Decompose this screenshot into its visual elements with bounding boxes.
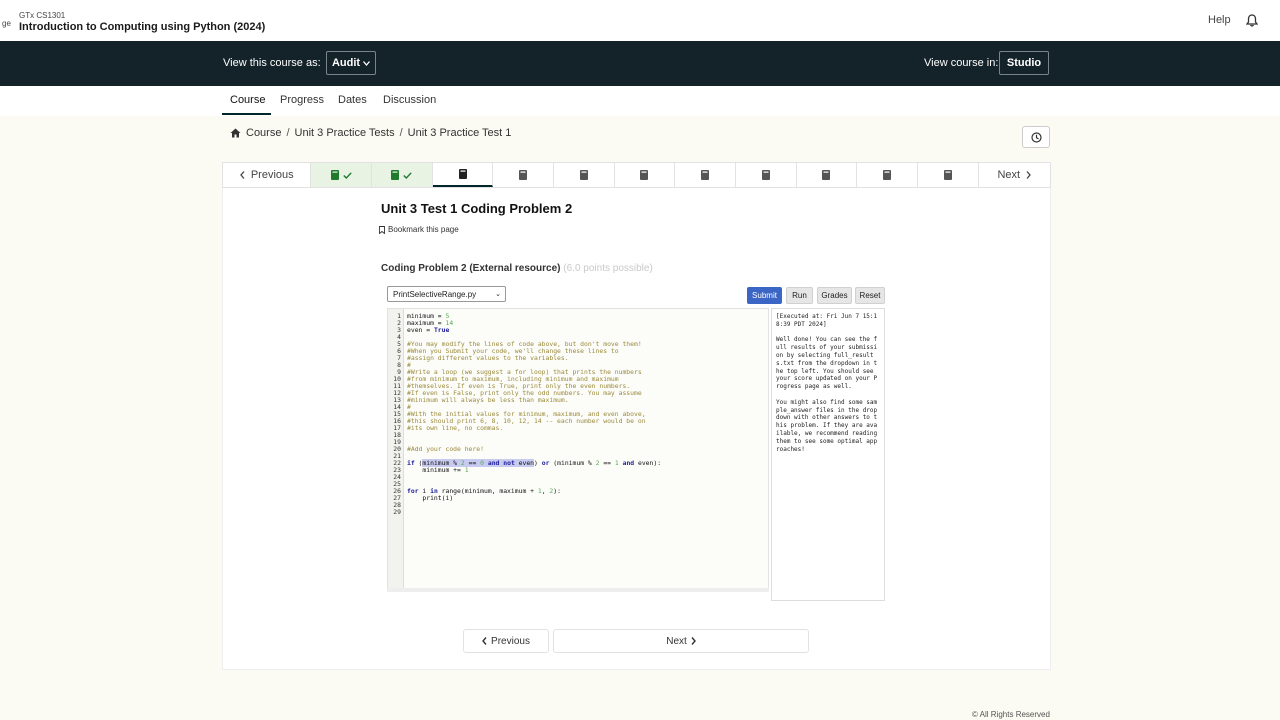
- file-select-value: PrintSelectiveRange.py: [393, 289, 477, 299]
- chevron-down-icon: [363, 60, 371, 66]
- sequence-unit-1[interactable]: [311, 163, 373, 187]
- chevron-left-icon: [239, 171, 245, 179]
- grades-button[interactable]: Grades: [817, 287, 852, 304]
- sequence-next-button[interactable]: Next: [979, 163, 1051, 187]
- breadcrumb-practice-test-1[interactable]: Unit 3 Practice Test 1: [408, 127, 512, 139]
- sequence-prev-label: Previous: [250, 169, 294, 181]
- code-editor[interactable]: 1 2 3 4 5 6 7 8 9 10 11 12 13 14 15 16 1…: [387, 308, 769, 589]
- chevron-right-icon: [691, 637, 696, 645]
- bottom-next-label: Next: [666, 635, 687, 647]
- breadcrumb-course[interactable]: Course: [246, 127, 281, 139]
- breadcrumb-separator: /: [286, 127, 290, 139]
- sequence-unit-5[interactable]: [554, 163, 615, 187]
- chevron-right-icon: [1026, 171, 1031, 179]
- problem-points: (6.0 points possible): [563, 263, 653, 274]
- bottom-prev-label: Previous: [491, 635, 530, 647]
- bookmark-button[interactable]: Bookmark this page: [379, 225, 459, 234]
- tab-dates[interactable]: Dates: [338, 94, 367, 113]
- bottom-next-button[interactable]: Next: [553, 629, 809, 653]
- sequence-unit-8[interactable]: [736, 163, 797, 187]
- book-icon: [761, 170, 770, 180]
- help-link[interactable]: Help: [1208, 14, 1231, 26]
- view-as-label: View this course as:: [223, 57, 321, 69]
- book-icon: [822, 170, 831, 180]
- active-tab-underline: [222, 113, 271, 115]
- unit-title: Unit 3 Test 1 Coding Problem 2: [381, 201, 573, 216]
- truncated-logo-text: ge: [2, 19, 11, 28]
- tab-discussion[interactable]: Discussion: [383, 94, 436, 113]
- book-icon: [701, 170, 710, 180]
- submit-button[interactable]: Submit: [747, 287, 782, 304]
- book-icon: [943, 170, 952, 180]
- breadcrumb-separator: /: [399, 127, 403, 139]
- sequence-nav: Previous Next: [222, 162, 1051, 188]
- top-header: GTx CS1301 ge Introduction to Computing …: [0, 0, 1280, 41]
- bookmark-icon: [379, 225, 385, 234]
- checkmark-icon: [343, 171, 352, 179]
- sequence-unit-2[interactable]: [372, 163, 433, 187]
- clock-icon: [1030, 131, 1042, 143]
- problem-title: Coding Problem 2 (External resource) (6.…: [381, 263, 653, 274]
- home-icon: [230, 128, 241, 138]
- tab-course[interactable]: Course: [230, 94, 266, 115]
- breadcrumb: Course / Unit 3 Practice Tests / Unit 3 …: [230, 127, 511, 139]
- course-tabs: Course Progress Dates Discussion: [0, 86, 1280, 116]
- sequence-prev-button[interactable]: Previous: [223, 163, 312, 187]
- chevron-down-icon: ⌄: [495, 291, 501, 298]
- output-panel: [Executed at: Fri Jun 7 15:18:39 PDT 202…: [771, 308, 885, 601]
- sequence-unit-9[interactable]: [797, 163, 858, 187]
- line-number-gutter: 1 2 3 4 5 6 7 8 9 10 11 12 13 14 15 16 1…: [388, 309, 404, 588]
- bell-icon[interactable]: [1246, 14, 1258, 27]
- sequence-unit-6[interactable]: [615, 163, 676, 187]
- breadcrumb-practice-tests[interactable]: Unit 3 Practice Tests: [295, 127, 395, 139]
- run-button[interactable]: Run: [786, 287, 813, 304]
- output-text: [Executed at: Fri Jun 7 15:18:39 PDT 202…: [776, 313, 878, 453]
- file-select[interactable]: PrintSelectiveRange.py ⌄: [387, 286, 506, 302]
- chevron-left-icon: [482, 637, 487, 645]
- sequence-unit-10[interactable]: [857, 163, 918, 187]
- book-icon: [579, 170, 588, 180]
- book-icon: [458, 169, 467, 179]
- book-icon: [519, 170, 528, 180]
- course-org: GTx CS1301: [19, 11, 66, 20]
- view-as-value: Audit: [331, 57, 361, 69]
- bookmark-label: Bookmark this page: [388, 225, 459, 234]
- problem-title-text: Coding Problem 2 (External resource): [381, 263, 561, 274]
- sequence-next-label: Next: [997, 169, 1021, 181]
- view-as-dropdown[interactable]: Audit: [326, 51, 376, 75]
- editor-horizontal-scrollbar[interactable]: [387, 588, 769, 592]
- studio-button[interactable]: Studio: [999, 51, 1049, 75]
- book-icon: [391, 170, 400, 180]
- book-icon: [330, 170, 339, 180]
- sequence-unit-11[interactable]: [918, 163, 979, 187]
- footer-copyright: © All Rights Reserved: [972, 710, 1050, 719]
- history-button[interactable]: [1022, 126, 1050, 148]
- sequence-unit-7[interactable]: [675, 163, 736, 187]
- reset-button[interactable]: Reset: [855, 287, 885, 304]
- view-in-label: View course in:: [924, 57, 999, 69]
- checkmark-icon: [403, 171, 413, 179]
- sequence-unit-3[interactable]: [432, 163, 494, 187]
- book-icon: [883, 170, 892, 180]
- tab-progress[interactable]: Progress: [280, 94, 324, 113]
- staff-view-bar: View this course as: Audit View course i…: [0, 41, 1280, 86]
- bottom-prev-button[interactable]: Previous: [463, 629, 549, 653]
- course-title[interactable]: Introduction to Computing using Python (…: [19, 21, 265, 33]
- book-icon: [640, 170, 649, 180]
- sequence-unit-4[interactable]: [493, 163, 555, 187]
